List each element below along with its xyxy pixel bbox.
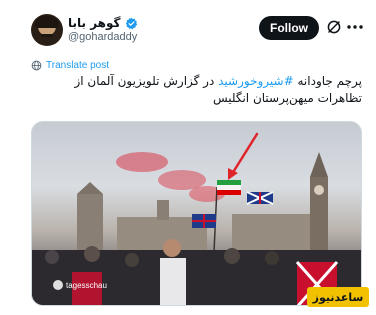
brand-logo-badge: ساعدنیوز (307, 287, 369, 307)
tweet-text-part: در گزارش تلویزیون آلمان از (74, 74, 219, 88)
follow-button[interactable]: Follow (259, 16, 319, 40)
name-row: گوهر بابا (68, 15, 138, 31)
translate-label[interactable]: Translate post (46, 60, 109, 71)
hashtag-link[interactable]: #شیروخورشید (218, 74, 294, 88)
tweet-text-part: پرچم جاودانه (293, 74, 362, 88)
watermark-text: tagesschau (66, 280, 107, 290)
more-icon[interactable] (346, 21, 364, 33)
brand-logo-text: ساعدنیوز (312, 290, 364, 304)
globe-icon (31, 60, 42, 70)
tagesschau-logo-icon (53, 280, 63, 290)
display-name[interactable]: گوهر بابا (68, 16, 121, 30)
tweet-text: پرچم جاودانه #شیروخورشید در گزارش تلویزی… (31, 73, 362, 107)
tweet-header: گوهر بابا @gohardaddy Follow (0, 0, 376, 54)
avatar-hair (35, 16, 59, 28)
media-watermark: tagesschau (53, 279, 107, 291)
translate-post-link[interactable]: Translate post (31, 58, 109, 72)
verified-badge-icon (125, 17, 137, 29)
avatar[interactable] (31, 14, 63, 46)
tweet-line-2: تظاهرات میهن‌پرستان انگلیس (212, 91, 362, 105)
grok-icon[interactable] (326, 19, 342, 35)
user-handle[interactable]: @gohardaddy (68, 31, 137, 43)
avatar-mustache (41, 34, 53, 37)
tweet-line-1: پرچم جاودانه #شیروخورشید در گزارش تلویزی… (31, 73, 362, 90)
